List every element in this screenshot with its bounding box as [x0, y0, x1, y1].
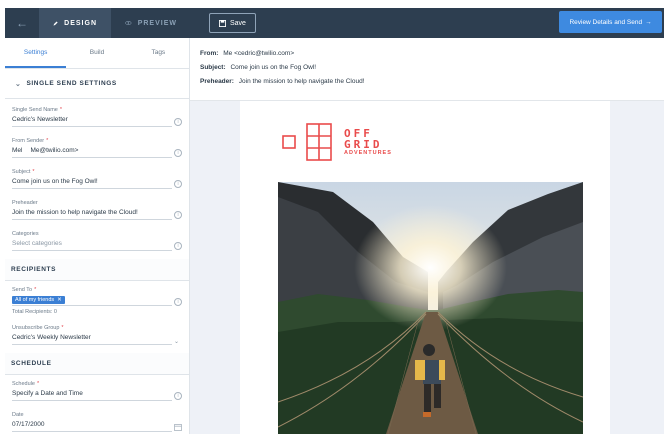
- field-label: Unsubscribe Group: [12, 325, 60, 331]
- info-icon[interactable]: i: [174, 211, 182, 219]
- preheader-label: Preheader:: [200, 78, 234, 85]
- settings-subtabs: Settings Build Tags: [5, 38, 189, 69]
- field-label: Date: [12, 412, 24, 418]
- categories-field: Categories Select categories i: [5, 225, 189, 256]
- info-icon[interactable]: i: [174, 118, 182, 126]
- info-icon[interactable]: i: [174, 180, 182, 188]
- tab-design-label: DESIGN: [64, 19, 97, 27]
- field-label: Categories: [12, 231, 39, 237]
- tab-preview-label: PREVIEW: [137, 19, 177, 27]
- recipients-heading: RECIPIENTS: [5, 259, 189, 281]
- save-icon: [219, 19, 226, 27]
- close-icon[interactable]: ✕: [57, 297, 62, 303]
- logo-line-2: GRID: [344, 137, 383, 151]
- back-arrow-icon[interactable]: ←: [5, 8, 39, 38]
- subtab-build[interactable]: Build: [66, 38, 127, 68]
- from-sender-select[interactable]: Mel Me@twilio.com>: [12, 147, 172, 158]
- off-grid-logo: OFF GRID ADVENTURES: [282, 123, 392, 161]
- send-to-input[interactable]: All of my friends ✕: [12, 296, 172, 306]
- from-line: From: Me <cedric@twilio.com>: [200, 50, 664, 64]
- single-send-name-input[interactable]: Cedric's Newsletter: [12, 116, 172, 127]
- field-label: Send To: [12, 287, 33, 293]
- schedule-field: Schedule * Specify a Date and Time i: [5, 375, 189, 406]
- tab-preview[interactable]: PREVIEW: [111, 8, 191, 38]
- review-button-label: Review Details and Send: [569, 18, 643, 26]
- subject-input[interactable]: Come join us on the Fog Owl!: [12, 178, 172, 189]
- section-title: SINGLE SEND SETTINGS: [26, 80, 117, 87]
- save-button-label: Save: [230, 19, 246, 27]
- hero-photo: [278, 182, 583, 434]
- single-send-settings-toggle[interactable]: ⌄ SINGLE SEND SETTINGS: [5, 69, 189, 99]
- schedule-heading: SCHEDULE: [5, 353, 189, 375]
- settings-panel: Settings Build Tags ⌄ SINGLE SEND SETTIN…: [5, 38, 190, 434]
- send-to-field: Send To * All of my friends ✕ i: [5, 281, 189, 306]
- info-icon[interactable]: i: [174, 149, 182, 157]
- field-label: Preheader: [12, 200, 38, 206]
- email-headers: From: Me <cedric@twilio.com> Subject: Co…: [190, 38, 664, 101]
- save-button[interactable]: Save: [209, 13, 256, 33]
- logo-mark-icon: [282, 123, 332, 161]
- logo-line-3: ADVENTURES: [344, 149, 392, 156]
- subtab-settings[interactable]: Settings: [5, 38, 67, 68]
- from-sender-name: Mel: [12, 147, 23, 154]
- chip-label: All of my friends: [15, 297, 55, 303]
- logo-wordmark: OFF GRID ADVENTURES: [344, 128, 392, 157]
- preheader-input[interactable]: Join the mission to help navigate the Cl…: [12, 209, 172, 220]
- preheader-value: Join the mission to help navigate the Cl…: [238, 78, 365, 85]
- info-icon[interactable]: i: [174, 392, 182, 400]
- single-send-name-field: Single Send Name * Cedric's Newsletter i: [5, 101, 189, 132]
- subject-value: Come join us on the Fog Owl!: [230, 64, 317, 71]
- eye-icon: [125, 21, 132, 25]
- schedule-select[interactable]: Specify a Date and Time: [12, 390, 172, 401]
- subject-line: Subject: Come join us on the Fog Owl!: [200, 64, 664, 78]
- chevron-down-icon: ⌄: [173, 339, 179, 345]
- field-label: Schedule: [12, 381, 35, 387]
- subject-field: Subject * Come join us on the Fog Owl! i: [5, 163, 189, 194]
- field-label: From Sender: [12, 138, 45, 144]
- from-label: From:: [200, 50, 219, 57]
- calendar-icon[interactable]: [174, 423, 182, 431]
- date-field: Date 07/17/2000: [5, 406, 189, 434]
- date-input[interactable]: 07/17/2000: [12, 421, 172, 432]
- pencil-icon: [53, 20, 58, 26]
- info-icon[interactable]: i: [174, 242, 182, 250]
- subtab-tags[interactable]: Tags: [128, 38, 189, 68]
- total-recipients: Total Recipients: 0: [12, 309, 57, 315]
- email-canvas[interactable]: OFF GRID ADVENTURES: [240, 101, 610, 434]
- preheader-line: Preheader: Join the mission to help navi…: [200, 78, 664, 92]
- tab-design[interactable]: DESIGN: [39, 8, 111, 38]
- from-value: Me <cedric@twilio.com>: [223, 50, 295, 57]
- field-label: Single Send Name: [12, 107, 58, 113]
- field-label: Subject: [12, 169, 31, 175]
- from-sender-email: Me@twilio.com>: [30, 147, 79, 154]
- unsubscribe-group-field: Unsubscribe Group * Cedric's Weekly Newsl…: [12, 325, 179, 345]
- suspension-bridge-image: [278, 182, 583, 434]
- info-icon[interactable]: i: [174, 298, 182, 306]
- top-bar: ← DESIGN PREVIEW Save Review Details and…: [5, 8, 664, 38]
- chevron-down-icon: ⌄: [15, 80, 22, 88]
- recipient-chip: All of my friends ✕: [12, 296, 65, 304]
- subject-label: Subject:: [200, 64, 226, 71]
- unsubscribe-group-select[interactable]: Cedric's Weekly Newsletter: [12, 334, 172, 345]
- arrow-right-icon: →: [645, 18, 652, 26]
- categories-select[interactable]: Select categories: [12, 240, 172, 251]
- email-preview-area: From: Me <cedric@twilio.com> Subject: Co…: [190, 38, 664, 434]
- preheader-field: Preheader Join the mission to help navig…: [5, 194, 189, 225]
- review-details-and-send-button[interactable]: Review Details and Send →: [559, 11, 662, 33]
- from-sender-field: From Sender * Mel Me@twilio.com> i: [5, 132, 189, 163]
